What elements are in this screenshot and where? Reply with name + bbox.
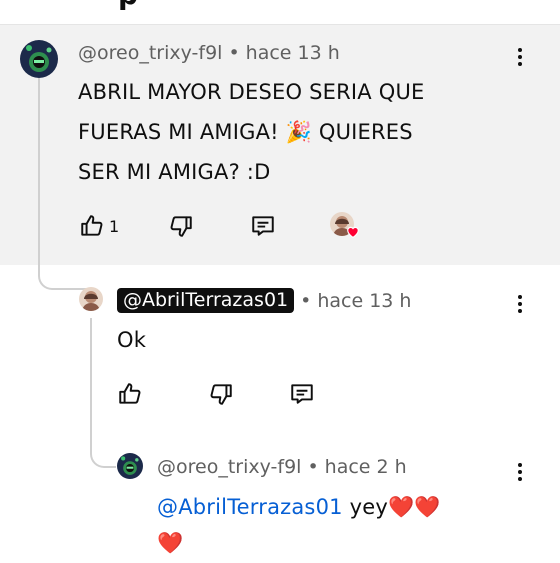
- comment-timestamp[interactable]: hace 2 h: [325, 456, 407, 478]
- mention-link[interactable]: @AbrilTerrazas01: [157, 495, 343, 519]
- avatar-image: [20, 40, 58, 78]
- reply-comment-icon: [291, 384, 313, 404]
- comment-text-line: SER MI AMIGA? :D: [78, 160, 271, 184]
- comment-meta: @AbrilTerrazas01 • hace 13 h: [117, 288, 411, 313]
- heart-icon: [347, 226, 359, 238]
- reply-comment-icon: [252, 216, 274, 236]
- comment-text-line: FUERAS MI AMIGA! 🎉 QUIERES: [78, 120, 413, 144]
- header-title-fragment: p: [118, 0, 138, 11]
- creator-heart[interactable]: [330, 212, 359, 238]
- dislike-button[interactable]: [168, 213, 194, 239]
- author-name[interactable]: @oreo_trixy-f9l: [78, 42, 222, 64]
- more-vertical-icon[interactable]: [510, 290, 530, 318]
- avatar[interactable]: [79, 287, 103, 311]
- thumb-down-icon: [210, 384, 232, 405]
- comment-text: @AbrilTerrazas01 yey❤️❤️ ❤️: [157, 487, 507, 563]
- comment-text-line: @AbrilTerrazas01 yey❤️❤️: [157, 487, 507, 527]
- comment-text-line: ❤️: [157, 531, 184, 555]
- more-vertical-icon[interactable]: [510, 43, 530, 71]
- creator-author-chip[interactable]: @AbrilTerrazas01: [117, 288, 295, 313]
- thumb-down-icon: [170, 216, 192, 237]
- avatar-image: [117, 453, 143, 479]
- comment-meta: @oreo_trixy-f9l • hace 13 h: [78, 42, 340, 64]
- meta-separator: •: [300, 289, 312, 312]
- comment-text: Ok: [117, 328, 147, 352]
- comment-text-fragment: yey❤️❤️: [342, 495, 441, 519]
- comment-timestamp[interactable]: hace 13 h: [246, 42, 340, 64]
- meta-separator: •: [228, 42, 240, 64]
- thread-line: [90, 318, 116, 468]
- like-button[interactable]: 1: [79, 213, 119, 239]
- thumb-up-icon: [81, 215, 103, 236]
- thumb-up-icon: [119, 383, 141, 404]
- reply-button[interactable]: [288, 381, 316, 407]
- avatar[interactable]: [20, 40, 58, 78]
- meta-separator: •: [307, 456, 319, 478]
- comment-timestamp[interactable]: hace 13 h: [317, 290, 411, 312]
- author-name[interactable]: @oreo_trixy-f9l: [157, 456, 301, 478]
- comment-text: ABRIL MAYOR DESEO SERIA QUE FUERAS MI AM…: [78, 72, 518, 192]
- avatar[interactable]: [117, 453, 143, 479]
- like-button[interactable]: [117, 381, 143, 407]
- like-count: 1: [109, 216, 120, 236]
- comment-text-line: ABRIL MAYOR DESEO SERIA QUE: [78, 80, 425, 104]
- more-vertical-icon[interactable]: [510, 458, 530, 486]
- reply-button[interactable]: [249, 213, 277, 239]
- top-bar: p: [0, 0, 560, 25]
- dislike-button[interactable]: [208, 381, 234, 407]
- comment-meta: @oreo_trixy-f9l • hace 2 h: [157, 456, 407, 478]
- avatar-image: [79, 287, 103, 311]
